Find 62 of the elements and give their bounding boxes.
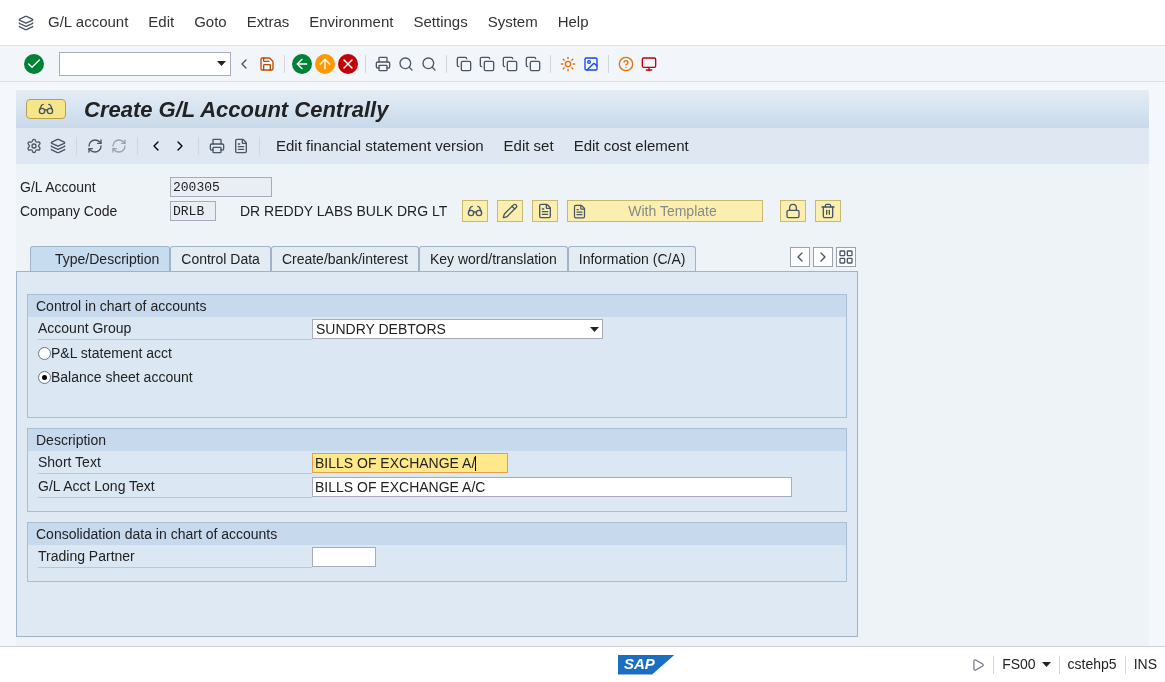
input-mode: INS bbox=[1133, 655, 1157, 674]
field-label: G/L Acct Long Text bbox=[38, 476, 312, 498]
menu-item[interactable]: Settings bbox=[405, 11, 476, 34]
tab[interactable]: Control Data bbox=[170, 246, 271, 271]
display-icon[interactable] bbox=[462, 200, 488, 222]
toolbar-icon[interactable] bbox=[85, 136, 105, 156]
toolbar-button[interactable]: Edit cost element bbox=[565, 134, 697, 158]
cancel-icon[interactable] bbox=[338, 53, 358, 74]
group-title: Control in chart of accounts bbox=[28, 295, 846, 317]
menu-item[interactable]: Extras bbox=[238, 11, 298, 34]
command-field[interactable] bbox=[59, 51, 231, 76]
menu-item[interactable]: Environment bbox=[301, 11, 402, 34]
toolbar-icon[interactable] bbox=[24, 136, 44, 156]
back-icon[interactable] bbox=[292, 53, 312, 74]
menu-item[interactable]: Edit bbox=[140, 11, 183, 34]
document-icon bbox=[572, 203, 587, 219]
input-field[interactable]: BILLS OF EXCHANGE A/ bbox=[312, 453, 508, 473]
toolbar-button[interactable]: Edit set bbox=[495, 134, 562, 158]
group-title: Consolidation data in chart of accounts bbox=[28, 523, 846, 545]
field-label: Trading Partner bbox=[38, 546, 312, 568]
screen-title: Create G/L Account Centrally bbox=[84, 95, 389, 124]
menu-item[interactable]: Help bbox=[549, 11, 597, 34]
radio-button[interactable] bbox=[38, 370, 51, 384]
input-field[interactable]: BILLS OF EXCHANGE A/C bbox=[312, 477, 792, 497]
radio-label: P&L statement acct bbox=[51, 343, 172, 363]
group-title: Description bbox=[28, 429, 846, 451]
input-field[interactable]: DRLB bbox=[170, 201, 216, 221]
tab[interactable]: Create/bank/interest bbox=[270, 246, 419, 271]
menu-item[interactable]: G/L account bbox=[40, 11, 137, 34]
input-field[interactable] bbox=[312, 547, 376, 567]
lock-icon[interactable] bbox=[780, 200, 806, 222]
input-field[interactable]: 200305 bbox=[170, 177, 272, 197]
caret-icon bbox=[1041, 662, 1051, 667]
expand-icon[interactable] bbox=[971, 657, 986, 672]
caret-icon bbox=[217, 61, 226, 66]
caret-icon bbox=[590, 326, 599, 332]
tab[interactable]: Key word/translation bbox=[418, 246, 568, 271]
check-icon[interactable] bbox=[24, 53, 44, 74]
radio-label: Balance sheet account bbox=[51, 367, 193, 387]
radio-button[interactable] bbox=[38, 346, 51, 360]
pencil-icon[interactable] bbox=[497, 200, 523, 222]
document-icon[interactable] bbox=[532, 200, 558, 222]
trash-icon[interactable] bbox=[815, 200, 841, 222]
company-name: DR REDDY LABS BULK DRG LT bbox=[240, 201, 449, 221]
dropdown-field[interactable]: SUNDRY DEBTORS bbox=[312, 319, 603, 339]
menu-item[interactable]: System bbox=[479, 11, 546, 34]
tab-list-icon[interactable] bbox=[836, 247, 856, 267]
toolbar-icon[interactable] bbox=[48, 136, 68, 156]
field-label: G/L Account bbox=[20, 177, 97, 197]
menu-button-icon[interactable] bbox=[26, 99, 66, 119]
sap-logo: SAP bbox=[618, 654, 675, 675]
server-name: cstehp5 bbox=[1067, 655, 1117, 674]
field-label: Account Group bbox=[38, 318, 312, 340]
scroll-left-icon[interactable] bbox=[790, 247, 810, 267]
tab[interactable]: Information (C/A) bbox=[567, 246, 697, 271]
toolbar-button[interactable]: Edit financial statement version bbox=[268, 134, 492, 158]
toolbar-icon[interactable] bbox=[207, 136, 227, 156]
menu-item[interactable]: Goto bbox=[186, 11, 235, 34]
tab[interactable]: Type/Description bbox=[30, 246, 171, 271]
field-label: Company Code bbox=[20, 201, 119, 221]
transaction-code[interactable]: FS00 bbox=[1002, 654, 1051, 675]
field-label: Short Text bbox=[38, 452, 312, 474]
